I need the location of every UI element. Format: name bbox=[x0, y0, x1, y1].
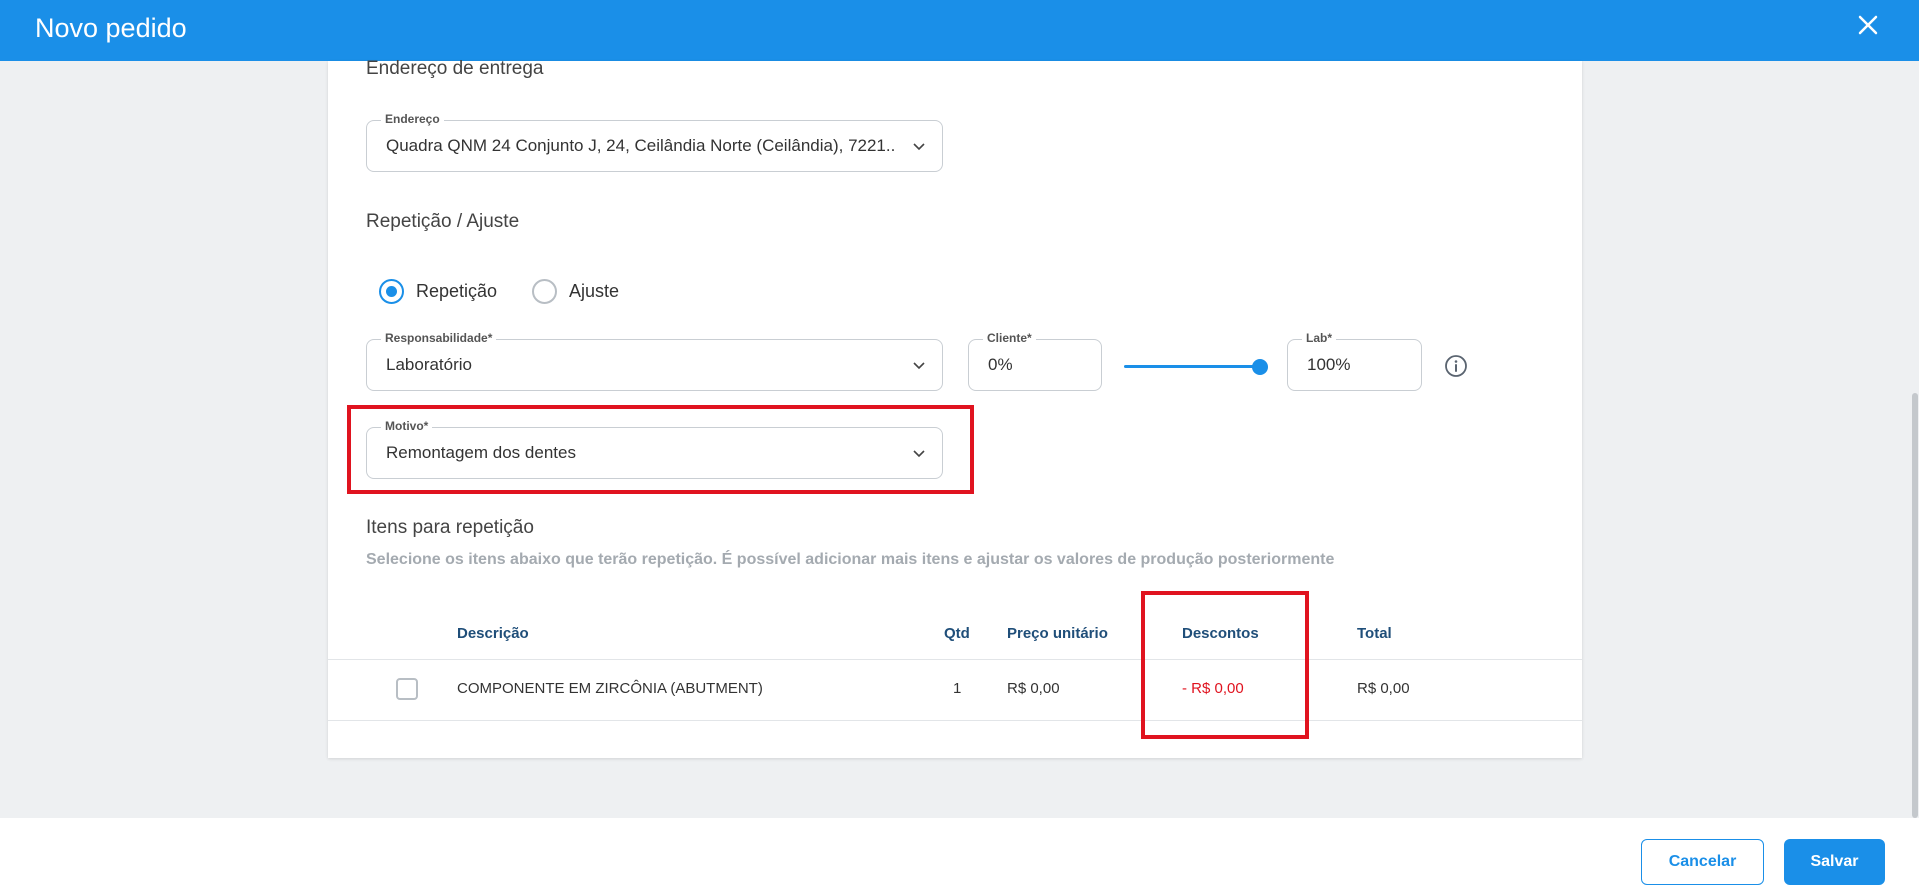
cancel-button[interactable]: Cancelar bbox=[1641, 839, 1764, 885]
table-divider bbox=[328, 720, 1582, 721]
client-percent-input[interactable]: Cliente* 0% bbox=[968, 331, 1102, 391]
client-label: Cliente* bbox=[983, 331, 1036, 345]
address-label: Endereço bbox=[381, 112, 444, 126]
delivery-section-title: Endereço de entrega bbox=[366, 58, 544, 79]
table-divider bbox=[328, 659, 1582, 660]
lab-percent-input[interactable]: Lab* 100% bbox=[1287, 331, 1422, 391]
responsibility-select[interactable]: Responsabilidade* Laboratório bbox=[366, 331, 943, 391]
row-total: R$ 0,00 bbox=[1357, 680, 1410, 697]
column-header-unit-price: Preço unitário bbox=[1007, 625, 1108, 642]
address-value: Quadra QNM 24 Conjunto J, 24, Ceilândia … bbox=[386, 136, 896, 155]
modal-title: Novo pedido bbox=[35, 13, 187, 43]
scrollbar[interactable] bbox=[1912, 393, 1918, 818]
highlight-box-discounts bbox=[1141, 591, 1309, 739]
lab-label: Lab* bbox=[1302, 331, 1337, 345]
address-select[interactable]: Endereço Quadra QNM 24 Conjunto J, 24, C… bbox=[366, 112, 943, 172]
repetition-section-title: Repetição / Ajuste bbox=[366, 211, 520, 232]
row-unit-price: R$ 0,00 bbox=[1007, 680, 1060, 697]
column-header-qty: Qtd bbox=[944, 625, 970, 642]
row-checkbox[interactable] bbox=[396, 678, 418, 700]
column-header-description: Descrição bbox=[457, 625, 529, 642]
chevron-down-icon bbox=[913, 143, 925, 151]
info-icon[interactable] bbox=[1444, 354, 1468, 378]
highlight-box-reason bbox=[347, 405, 974, 494]
items-subtitle: Selecione os itens abaixo que terão repe… bbox=[366, 551, 1335, 568]
lab-value: 100% bbox=[1307, 355, 1351, 374]
column-header-total: Total bbox=[1357, 625, 1392, 642]
modal-footer bbox=[0, 818, 1919, 894]
radio-ajuste[interactable] bbox=[532, 279, 557, 304]
share-slider-handle[interactable] bbox=[1252, 359, 1268, 375]
client-value: 0% bbox=[988, 355, 1013, 374]
radio-repeticao-label[interactable]: Repetição bbox=[416, 281, 497, 302]
radio-ajuste-label[interactable]: Ajuste bbox=[569, 281, 619, 302]
chevron-down-icon bbox=[913, 362, 925, 370]
radio-repeticao[interactable] bbox=[379, 279, 404, 304]
modal-header: Novo pedido bbox=[0, 0, 1919, 61]
close-icon[interactable] bbox=[1855, 12, 1881, 38]
responsibility-label: Responsabilidade* bbox=[381, 331, 497, 345]
row-qty: 1 bbox=[953, 680, 962, 697]
share-slider-track[interactable] bbox=[1124, 365, 1262, 368]
row-description: COMPONENTE EM ZIRCÔNIA (ABUTMENT) bbox=[457, 680, 763, 697]
save-button[interactable]: Salvar bbox=[1784, 839, 1885, 885]
responsibility-value: Laboratório bbox=[386, 355, 473, 374]
items-section-title: Itens para repetição bbox=[366, 517, 534, 538]
